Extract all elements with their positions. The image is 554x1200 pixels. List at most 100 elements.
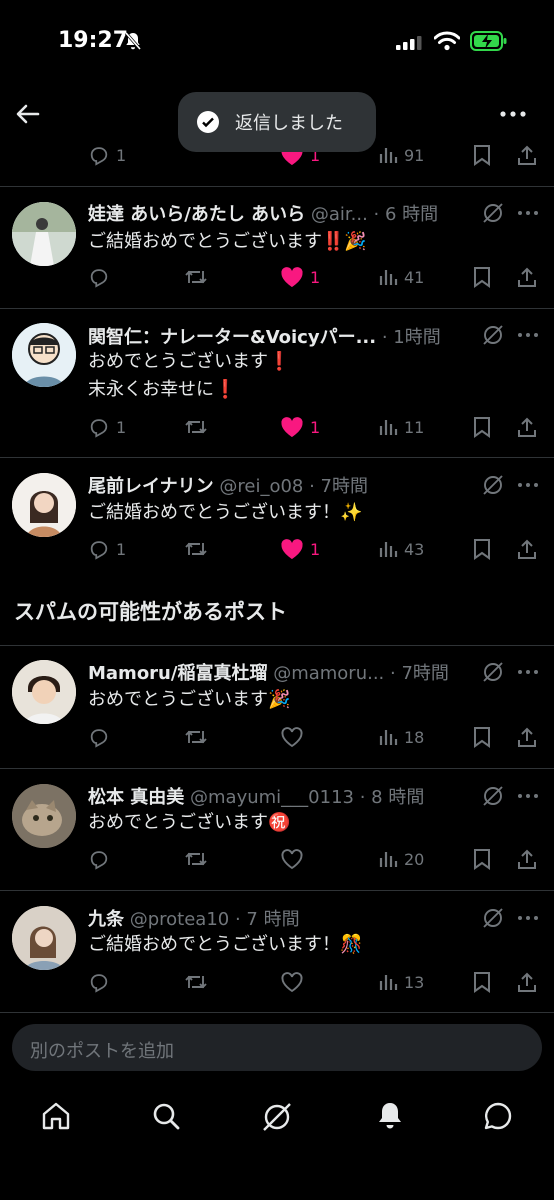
reply-count: 1 [116,417,127,437]
more-icon[interactable] [516,208,540,218]
reply-button[interactable] [88,262,110,292]
post-text: ご結婚おめでとうございます！🎊 [88,934,363,955]
reply-button[interactable]: 1 [88,140,126,170]
grok-icon[interactable] [260,1100,294,1134]
display-name[interactable]: 尾前レイナリン [88,476,214,497]
share-icon[interactable] [516,844,538,874]
avatar[interactable] [12,323,76,387]
battery-icon [470,31,507,51]
grok-icon[interactable] [482,785,504,807]
bookmark-icon[interactable] [472,262,492,292]
grok-icon[interactable] [482,324,504,346]
views-button[interactable]: 43 [378,534,424,564]
share-icon[interactable] [516,967,538,997]
handle[interactable]: @protea10 [130,909,230,930]
views-button[interactable]: 41 [378,262,424,292]
views-count: 91 [404,145,425,165]
share-icon[interactable] [516,140,538,170]
retweet-icon[interactable] [184,844,208,874]
like-count: 1 [310,417,321,437]
reply-icon[interactable] [88,722,110,752]
display-name[interactable]: 九条 [88,909,124,930]
share-icon[interactable] [516,262,538,292]
views-button[interactable]: 91 [378,140,424,170]
bookmark-icon[interactable] [472,844,492,874]
post-text: ご結婚おめでとうございます！✨ [88,502,363,523]
add-post-input[interactable]: 別のポストを追加 [12,1024,542,1071]
bell-icon[interactable] [374,1100,406,1132]
reply-button[interactable]: 1 [88,412,126,442]
bookmark-icon[interactable] [472,722,492,752]
avatar[interactable] [12,473,76,537]
like-button[interactable]: 1 [280,262,320,292]
bookmark-icon[interactable] [472,412,492,442]
heart-icon[interactable] [280,844,304,874]
heart-icon[interactable] [280,722,304,752]
divider [0,645,554,646]
like-count: 1 [310,539,321,559]
post-actions: 18 [88,722,538,752]
post-header: 関智仁：ナレーター&Voicyパー... · 1時間 [88,323,488,349]
divider [0,457,554,458]
home-icon[interactable] [40,1100,72,1132]
reply-icon[interactable] [88,844,110,874]
avatar[interactable] [12,906,76,970]
grok-icon[interactable] [482,202,504,224]
reply-sent-toast: 返信しました [178,92,376,152]
reply-icon [90,419,108,438]
search-icon[interactable] [150,1100,182,1132]
views-button[interactable]: 20 [378,844,424,874]
more-icon[interactable] [498,104,528,124]
bookmark-icon[interactable] [472,967,492,997]
views-button[interactable]: 13 [378,967,424,997]
more-icon[interactable] [516,791,540,801]
handle[interactable]: @air... [311,204,368,225]
like-button[interactable]: 1 [280,534,320,564]
retweet-icon[interactable] [184,967,208,997]
bookmark-icon[interactable] [472,534,492,564]
share-icon[interactable] [516,722,538,752]
handle[interactable]: @mayumi___0113 [190,787,354,808]
views-icon [379,975,398,990]
timestamp: · 7 時間 [234,909,300,930]
views-button[interactable]: 11 [378,412,424,442]
more-icon[interactable] [516,913,540,923]
display-name[interactable]: 関智仁：ナレーター&Voicyパー... [88,327,376,348]
retweet-icon[interactable] [184,534,208,564]
more-icon[interactable] [516,480,540,490]
grok-icon[interactable] [482,907,504,929]
handle[interactable]: @mamoru... [273,663,384,684]
retweet-icon[interactable] [184,722,208,752]
share-icon[interactable] [516,534,538,564]
bookmark-icon[interactable] [472,140,492,170]
retweet-icon[interactable] [184,262,208,292]
divider [0,1012,554,1013]
display-name[interactable]: 松本 真由美 [88,787,184,808]
more-icon[interactable] [516,667,540,677]
timestamp: · 7時間 [309,476,369,497]
more-icon[interactable] [516,330,540,340]
grok-icon[interactable] [482,661,504,683]
share-icon[interactable] [516,412,538,442]
avatar[interactable] [12,784,76,848]
back-arrow-icon[interactable] [14,100,42,128]
views-icon [379,542,398,557]
reply-button[interactable]: 1 [88,534,126,564]
post-actions: 1 1 11 [88,412,538,442]
display-name[interactable]: 娃達 あいら/あたし あいら [88,204,305,225]
chat-icon[interactable] [482,1100,514,1132]
avatar[interactable] [12,660,76,724]
post-header: 松本 真由美 @mayumi___0113 · 8 時間 [88,783,488,809]
display-name[interactable]: Mamoru/稲富真杜瑠 [88,663,267,684]
grok-icon[interactable] [482,474,504,496]
reply-icon[interactable] [88,967,110,997]
views-button[interactable]: 18 [378,722,424,752]
like-button[interactable]: 1 [280,412,320,442]
heart-icon[interactable] [280,967,304,997]
retweet-icon[interactable] [184,412,208,442]
handle[interactable]: @rei_o08 [219,476,303,497]
avatar[interactable] [12,202,76,266]
post-header: 九条 @protea10 · 7 時間 [88,905,488,931]
post-header: 娃達 あいら/あたし あいら @air... · 6 時間 [88,200,488,226]
views-icon [379,148,398,163]
